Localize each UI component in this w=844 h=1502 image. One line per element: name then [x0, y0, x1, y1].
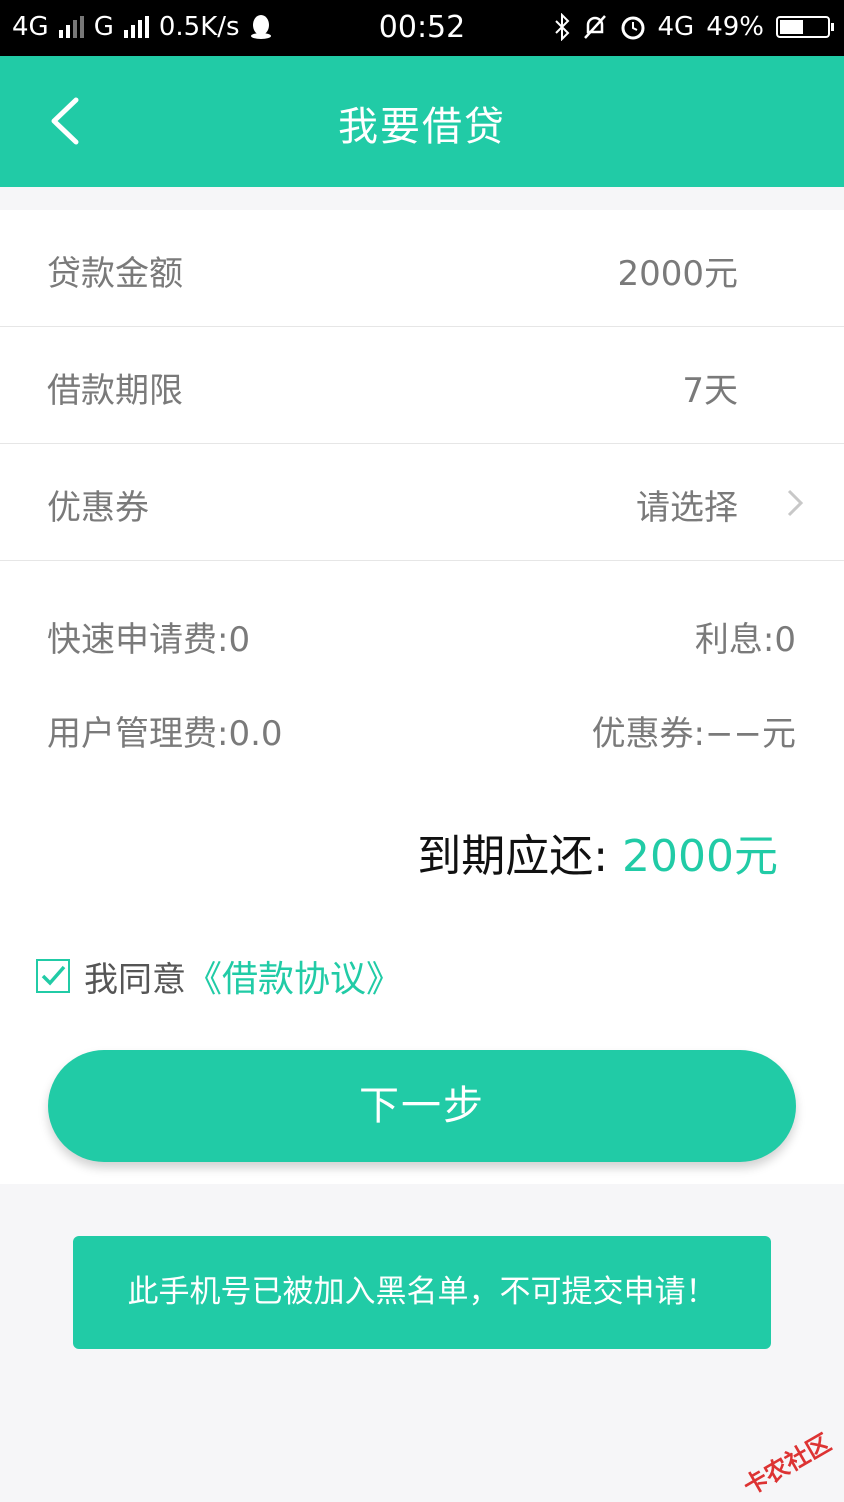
battery-percentage: 49% — [706, 12, 764, 42]
loan-term-value: 7天 — [682, 371, 738, 411]
status-bar: 4G G 0.5K/s 00:52 4G 49% — [0, 0, 844, 56]
status-right: 4G 49% — [554, 12, 834, 42]
agreement-checkbox[interactable] — [36, 959, 70, 993]
agreement-row: 我同意 《借款协议》 — [36, 950, 402, 1002]
interest-fee: 利息:0 — [694, 620, 796, 660]
loan-amount-row: 贷款金额 2000元 — [0, 210, 844, 327]
loan-agreement-link[interactable]: 《借款协议》 — [186, 950, 402, 1002]
coupon-discount: 优惠券:−−元 — [591, 714, 796, 754]
loan-term-label: 借款期限 — [47, 371, 183, 411]
battery-icon — [776, 16, 834, 38]
mute-notification-icon — [583, 15, 606, 39]
bluetooth-icon — [554, 13, 569, 41]
amount-due: 到期应还: 2000元 — [417, 820, 778, 884]
loan-term-row: 借款期限 7天 — [0, 327, 844, 444]
fast-application-fee: 快速申请费:0 — [47, 620, 251, 660]
chevron-right-icon[interactable] — [786, 488, 804, 518]
loan-form-panel: 贷款金额 2000元 借款期限 7天 优惠券 请选择 快速申请费:0 利息:0 … — [0, 210, 844, 1184]
alarm-icon — [621, 16, 644, 40]
amount-due-label: 到期应还: — [417, 831, 623, 882]
coupon-label: 优惠券 — [47, 488, 149, 528]
agreement-text: 我同意 — [84, 959, 186, 1000]
blacklist-toast: 此手机号已被加入黑名单，不可提交申请！ — [73, 1236, 771, 1349]
watermark-logo: 卡农社区 — [738, 1428, 836, 1501]
amount-due-value: 2000元 — [622, 831, 778, 882]
coupon-row[interactable]: 优惠券 请选择 — [0, 444, 844, 561]
loan-amount-label: 贷款金额 — [47, 254, 183, 294]
loan-amount-value: 2000元 — [617, 254, 738, 294]
user-management-fee: 用户管理费:0.0 — [47, 714, 283, 754]
network-type-4g-right: 4G — [657, 12, 695, 42]
next-step-button[interactable]: 下一步 — [48, 1050, 796, 1162]
app-header: 我要借贷 — [0, 56, 844, 187]
battery-fill — [780, 20, 803, 34]
page-title: 我要借贷 — [338, 104, 506, 150]
checkmark-icon — [41, 965, 66, 986]
coupon-select-value[interactable]: 请选择 — [636, 480, 738, 529]
